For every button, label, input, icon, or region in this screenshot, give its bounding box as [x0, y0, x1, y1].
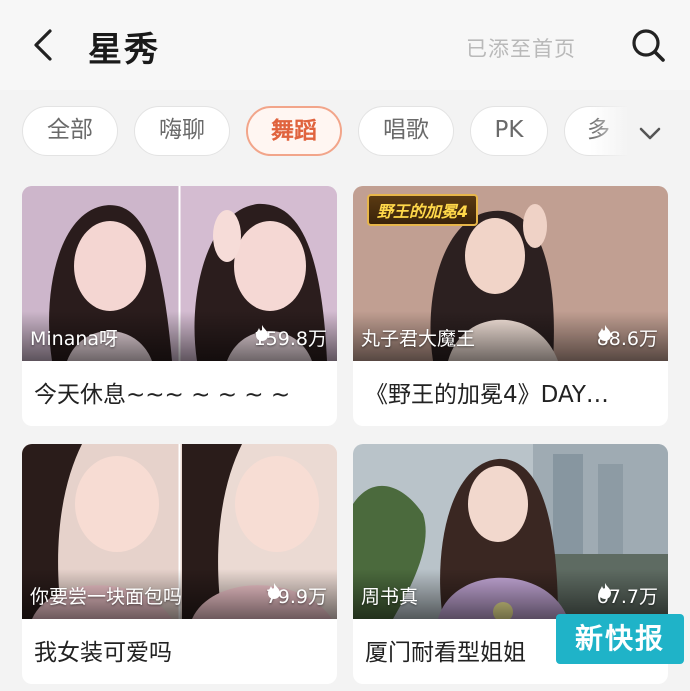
stream-thumbnail: 周书真 67.7万 [353, 444, 668, 619]
top-bar: 星秀 已添至首页 [0, 0, 690, 90]
streamer-name: 你要尝一块面包吗 [30, 586, 183, 608]
streamer-name: 周书真 [361, 586, 419, 608]
stream-thumbnail: 你要尝一块面包吗 79.9万 [22, 444, 337, 619]
back-button[interactable] [28, 28, 60, 62]
flame-icon [598, 325, 611, 341]
stream-title: 《野王的加冕4》DAY… [365, 382, 609, 408]
stream-card[interactable]: Minana呀 159.8万 今天休息~~~ ~ ~ ~ ~ [22, 186, 337, 426]
category-tabs: 全部 嗨聊 舞蹈 唱歌 PK 多 [0, 90, 690, 174]
stream-title: 今天休息~~~ ~ ~ ~ ~ [34, 382, 291, 408]
search-button[interactable] [630, 27, 666, 63]
chevron-down-icon [639, 127, 661, 140]
tab-all[interactable]: 全部 [22, 106, 118, 156]
tab-chat[interactable]: 嗨聊 [134, 106, 230, 156]
page-title: 星秀 [88, 30, 160, 70]
stream-card[interactable]: 你要尝一块面包吗 79.9万 我女装可爱吗 [22, 444, 337, 684]
viewer-count: 67.7万 [597, 582, 658, 609]
streamer-name: Minana呀 [30, 328, 119, 350]
chevron-left-icon [34, 29, 52, 61]
tab-sing[interactable]: 唱歌 [358, 106, 454, 156]
viewer-count: 88.6万 [597, 324, 658, 351]
newspaper-watermark: 新快报 [556, 614, 684, 664]
flame-icon [598, 583, 611, 599]
streamer-name: 丸子君大魔王 [361, 328, 476, 350]
flame-icon [267, 583, 280, 599]
added-to-home-label[interactable]: 已添至首页 [466, 33, 576, 63]
app-root: 星秀 已添至首页 全部 嗨聊 舞蹈 唱歌 PK 多 [0, 0, 690, 691]
viewer-count: 159.8万 [254, 324, 327, 351]
stream-title: 我女装可爱吗 [34, 640, 172, 666]
search-icon [632, 29, 665, 62]
stream-card[interactable]: 野王的加冕4 丸子君大魔王 88.6万 《野王的加冕4》DAY… [353, 186, 668, 426]
event-badge: 野王的加冕4 [367, 194, 479, 226]
expand-tabs-button[interactable] [637, 120, 663, 146]
tab-pk[interactable]: PK [470, 106, 548, 156]
tab-dance[interactable]: 舞蹈 [246, 106, 342, 156]
viewer-count: 79.9万 [266, 582, 327, 609]
stream-thumbnail: Minana呀 159.8万 [22, 186, 337, 361]
flame-icon [255, 325, 268, 341]
stream-thumbnail: 野王的加冕4 丸子君大魔王 88.6万 [353, 186, 668, 361]
